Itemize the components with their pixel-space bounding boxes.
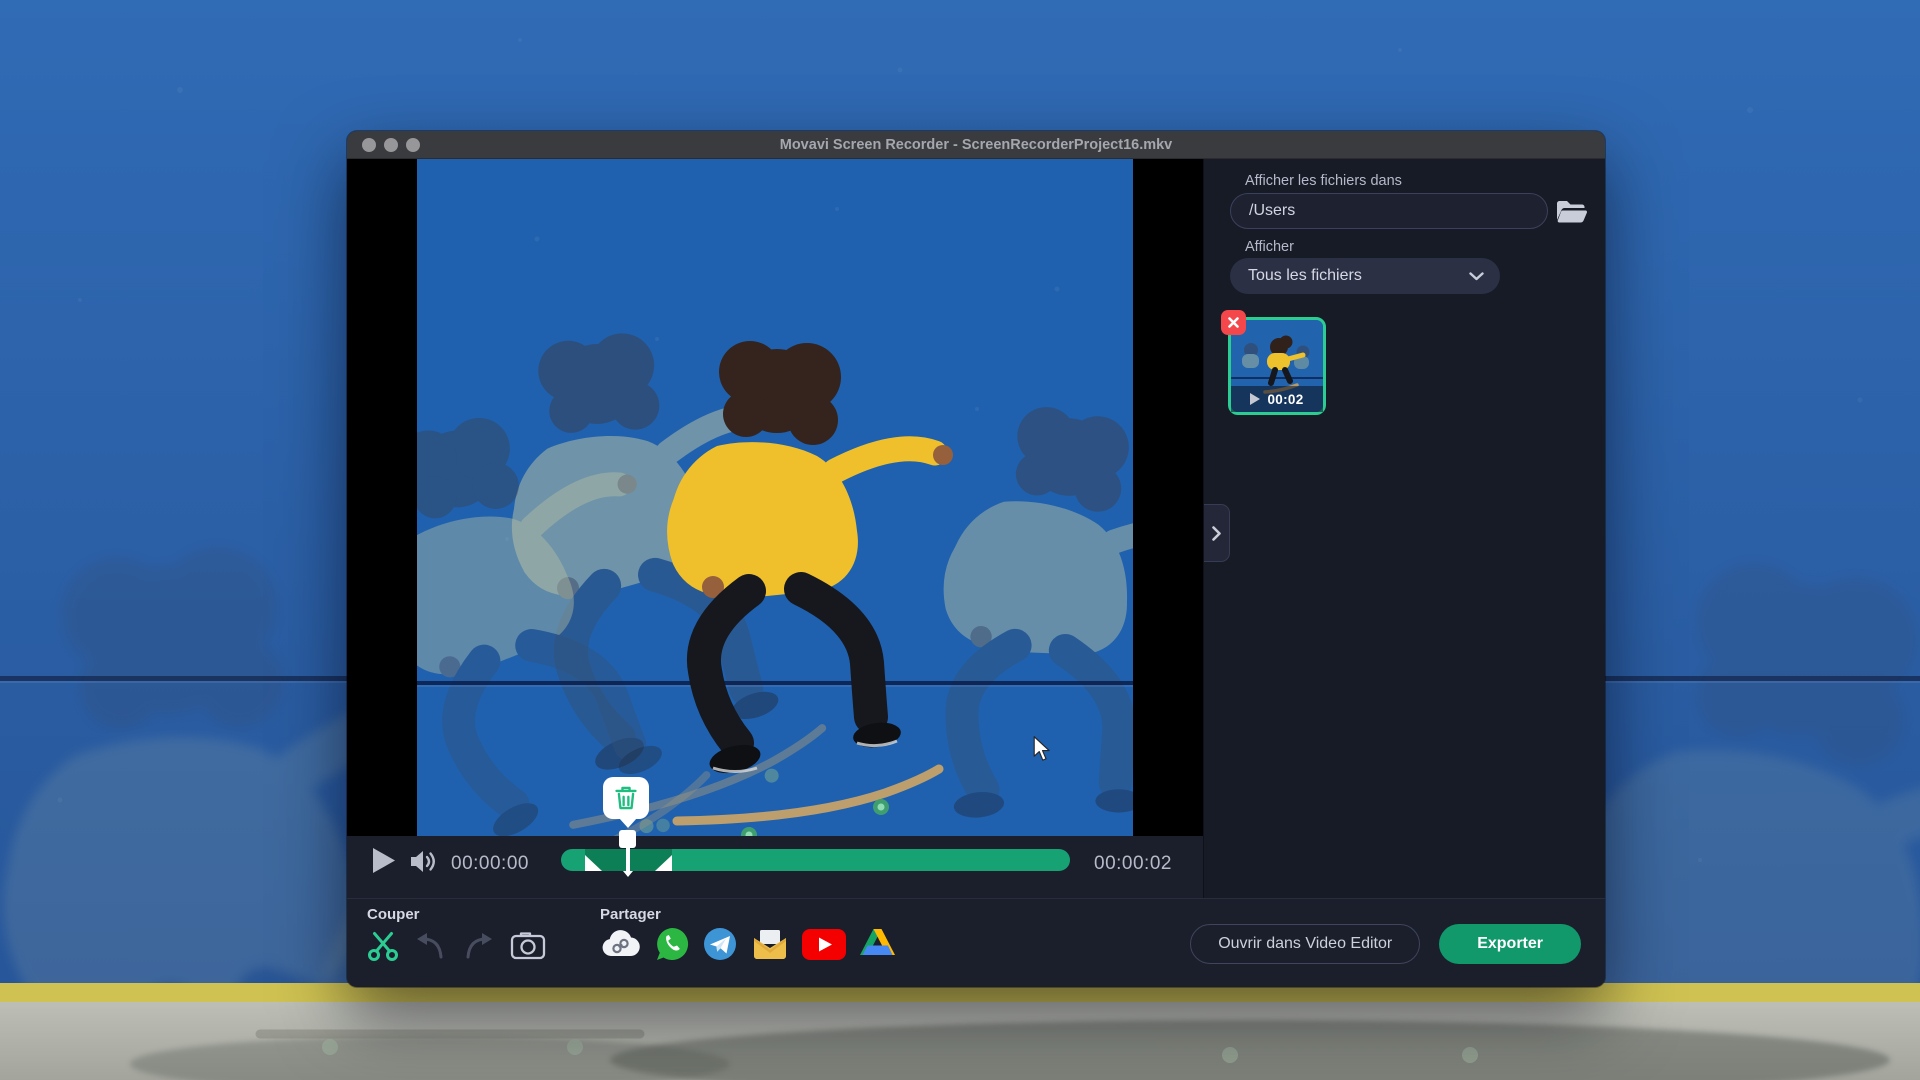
trim-handle-left[interactable] [585,855,602,871]
telegram-icon[interactable] [702,926,738,962]
cut-tools [367,929,546,961]
folder-icon[interactable] [1554,197,1588,225]
youtube-icon[interactable] [802,928,846,960]
thumbnail-duration: 00:02 [1267,391,1304,407]
camera-icon[interactable] [510,930,546,960]
playhead[interactable] [626,847,630,871]
open-in-video-editor-button[interactable]: Ouvrir dans Video Editor [1190,924,1421,964]
video-preview [347,159,1203,836]
share-tools [600,926,897,962]
chevron-right-icon [1212,525,1221,541]
whatsapp-icon[interactable] [654,926,690,962]
remove-recording-button[interactable] [1221,310,1246,335]
transport-bar: 00:00:00 00:00:02 [347,836,1203,898]
app-window: Movavi Screen Recorder - ScreenRecorderP… [347,131,1605,987]
trim-handle-right[interactable] [655,855,672,871]
files-path-input[interactable] [1230,193,1548,229]
file-browser-sidebar: Afficher les fichiers dans Afficher Tous… [1204,159,1605,898]
chevron-down-icon [1469,271,1484,280]
playhead-tip [623,871,633,877]
playhead-handle[interactable] [619,830,636,848]
google-drive-icon[interactable] [858,927,897,961]
redo-icon[interactable] [462,930,495,960]
play-button[interactable] [372,847,396,874]
seek-bar[interactable] [561,849,1070,871]
trash-icon [615,786,637,810]
current-time: 00:00:00 [451,853,529,874]
export-button[interactable]: Exporter [1439,924,1581,964]
play-icon [1250,393,1261,405]
scissors-icon[interactable] [367,929,399,961]
files-filter-value: Tous les fichiers [1248,267,1362,284]
desktop: Movavi Screen Recorder - ScreenRecorderP… [0,0,1920,1080]
email-icon[interactable] [750,928,790,960]
video-frame [417,159,1133,836]
bottom-toolbar: Couper Partager Ouvrir dans Video Editor… [347,899,1605,986]
window-title: Movavi Screen Recorder - ScreenRecorderP… [779,136,1173,153]
window-titlebar[interactable]: Movavi Screen Recorder - ScreenRecorderP… [347,131,1605,159]
mouse-cursor [1033,736,1050,761]
delete-fragment-button[interactable] [603,777,649,819]
undo-icon[interactable] [414,930,447,960]
close-icon [1228,317,1239,328]
cut-section-label: Couper [367,906,420,923]
window-zoom-button[interactable] [406,138,420,152]
show-files-label: Afficher les fichiers dans [1245,173,1402,189]
window-minimize-button[interactable] [384,138,398,152]
share-link-icon[interactable] [600,928,642,960]
panel-collapse-toggle[interactable] [1204,504,1230,562]
player-pane: 00:00:00 00:00:02 [347,159,1203,898]
volume-button[interactable] [407,845,440,878]
window-close-button[interactable] [362,138,376,152]
share-section-label: Partager [600,906,661,923]
toolbar-actions: Ouvrir dans Video Editor Exporter [1190,924,1581,964]
tooltip-pointer [619,818,637,828]
thumbnail-duration-overlay: 00:02 [1231,386,1323,412]
traffic-lights [362,138,420,152]
filter-label: Afficher [1245,239,1294,255]
recording-thumbnail[interactable]: 00:02 [1221,310,1326,415]
files-filter-dropdown[interactable]: Tous les fichiers [1230,258,1500,294]
total-time: 00:00:02 [1094,853,1172,874]
